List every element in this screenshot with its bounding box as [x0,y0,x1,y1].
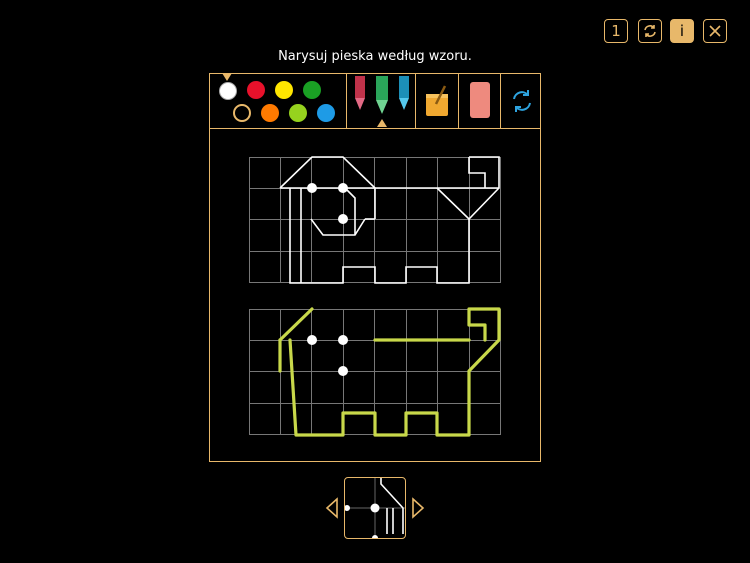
eraser-icon[interactable] [468,82,492,120]
instruction-text: Narysuj pieska według wzoru. [278,49,472,64]
color-green[interactable] [303,81,321,99]
refresh-icon[interactable] [510,87,534,115]
color-lime[interactable] [289,104,307,122]
thumbnail-button[interactable] [344,477,406,539]
toolbar-divider [415,73,416,129]
close-button[interactable] [703,19,727,43]
reload-icon [644,25,656,37]
pencil-blue-icon[interactable] [397,76,411,112]
next-arrow-icon[interactable] [411,497,425,519]
toolbar-divider [346,73,347,129]
color-white[interactable] [219,82,237,100]
color-orange[interactable] [261,104,279,122]
info-icon: i [679,22,685,40]
color-blue[interactable] [317,104,335,122]
toolbar-divider [458,73,459,129]
selected-tool-marker [377,119,387,127]
paint-bucket-icon[interactable] [424,84,450,120]
page-number-button[interactable]: 1 [604,19,628,43]
drawing-grid[interactable] [249,307,501,437]
reload-button[interactable] [638,19,662,43]
color-yellow[interactable] [275,81,293,99]
pencil-red-icon[interactable] [353,76,367,112]
page-number-label: 1 [611,22,621,40]
selected-color-marker [222,73,232,81]
pencil-green-icon[interactable] [374,76,390,116]
color-transparent[interactable] [233,104,251,122]
info-button[interactable]: i [670,19,694,43]
toolbar-divider [500,73,501,129]
close-icon [709,25,721,37]
thumbnail-preview [345,478,405,538]
pattern-grid [249,156,501,284]
previous-arrow-icon[interactable] [325,497,339,519]
color-red[interactable] [247,81,265,99]
